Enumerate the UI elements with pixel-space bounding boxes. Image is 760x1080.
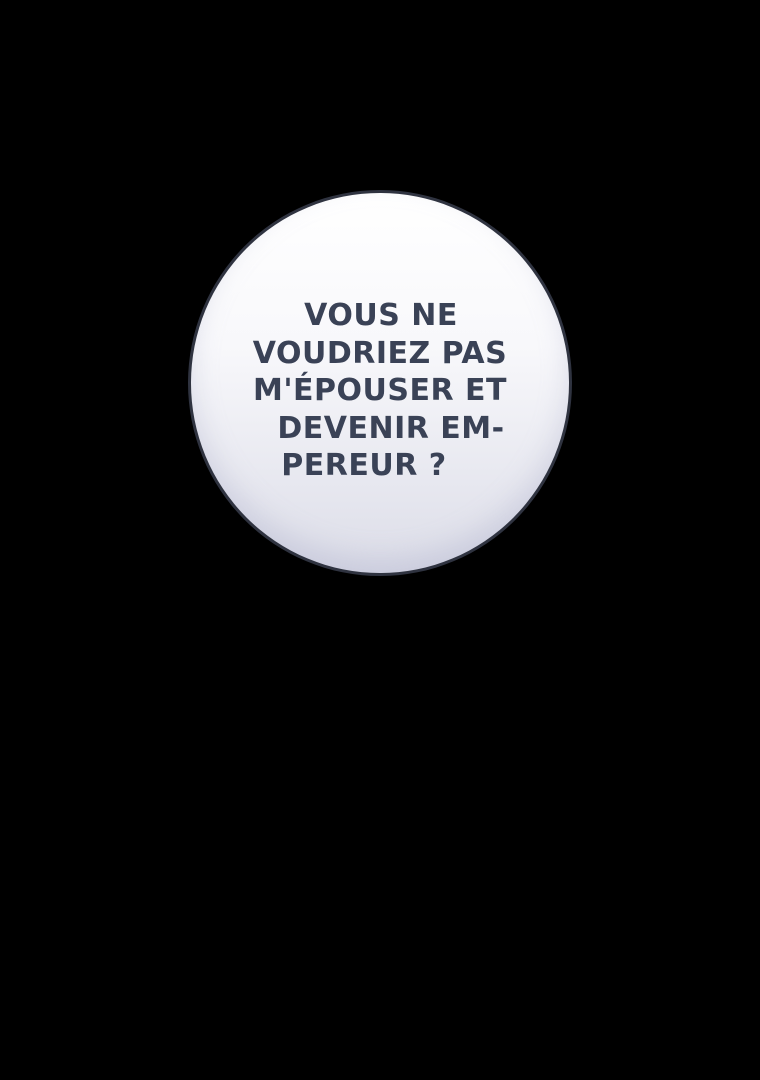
speech-line: PEREUR ? [281,448,447,483]
speech-line: VOUS NE [304,298,458,333]
speech-line: DEVENIR EM- [277,410,505,446]
speech-line: VOUDRIEZ PAS [252,335,508,371]
comic-panel: VOUS NE VOUDRIEZ PAS M'ÉPOUSER ET DEVENI… [0,0,760,1080]
speech-bubble: VOUS NE VOUDRIEZ PAS M'ÉPOUSER ET DEVENI… [188,190,572,576]
speech-text: VOUS NE VOUDRIEZ PAS M'ÉPOUSER ET DEVENI… [191,297,569,485]
speech-line: M'ÉPOUSER ET [253,373,507,408]
